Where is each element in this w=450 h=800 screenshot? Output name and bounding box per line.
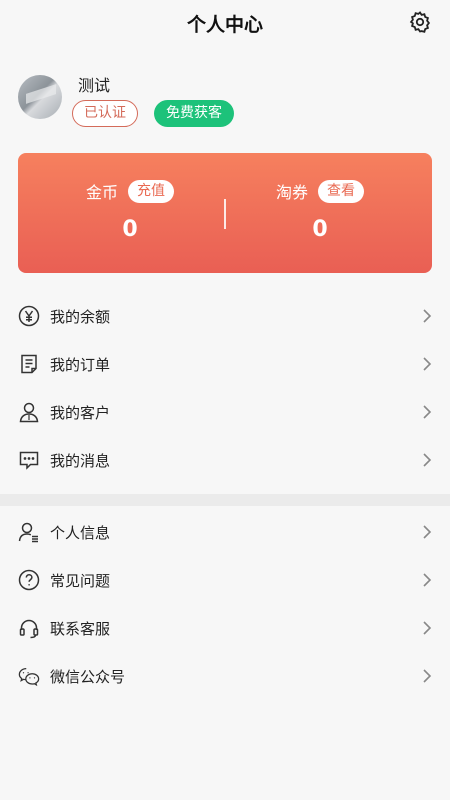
wallet-divider bbox=[224, 199, 226, 229]
menu-label-customer-service: 联系客服 bbox=[50, 619, 111, 638]
headset-icon bbox=[19, 619, 39, 639]
chevron-right-icon bbox=[423, 405, 432, 419]
menu-item-customers[interactable]: 我的客户 bbox=[0, 388, 450, 436]
wallet-card: 金币 充值 0 淘券 查看 0 bbox=[18, 153, 432, 273]
coupons-panel: 淘券 查看 0 bbox=[240, 179, 400, 242]
view-coupons-button[interactable]: 查看 bbox=[318, 179, 364, 203]
username: 测试 bbox=[78, 76, 111, 95]
primary-menu: 我的余额 我的订单 我的客户 我的消息 bbox=[0, 292, 450, 484]
top-bar: 个人中心 bbox=[0, 0, 450, 46]
coins-panel: 金币 充值 0 bbox=[50, 179, 210, 242]
menu-label-messages: 我的消息 bbox=[50, 451, 111, 470]
gear-icon[interactable] bbox=[408, 10, 432, 34]
menu-item-wechat[interactable]: 微信公众号 bbox=[0, 652, 450, 700]
menu-item-personal-info[interactable]: 个人信息 bbox=[0, 508, 450, 556]
menu-item-balance[interactable]: 我的余额 bbox=[0, 292, 450, 340]
coins-value: 0 bbox=[122, 217, 138, 242]
section-divider bbox=[0, 494, 450, 506]
customer-icon bbox=[19, 402, 39, 423]
menu-item-faq[interactable]: 常见问题 bbox=[0, 556, 450, 604]
coins-label: 金币 bbox=[85, 183, 118, 202]
secondary-menu: 个人信息 常见问题 联系客服 微信公众号 bbox=[0, 508, 450, 700]
menu-item-customer-service[interactable]: 联系客服 bbox=[0, 604, 450, 652]
verified-badge: 已认证 bbox=[72, 100, 138, 127]
chevron-right-icon bbox=[423, 525, 432, 539]
menu-label-faq: 常见问题 bbox=[50, 571, 111, 590]
question-icon bbox=[18, 569, 40, 591]
profile-info-icon bbox=[18, 522, 38, 543]
menu-label-orders: 我的订单 bbox=[50, 355, 111, 374]
menu-label-balance: 我的余额 bbox=[50, 307, 111, 326]
chevron-right-icon bbox=[423, 621, 432, 635]
menu-item-messages[interactable]: 我的消息 bbox=[0, 436, 450, 484]
menu-label-wechat: 微信公众号 bbox=[50, 667, 126, 686]
coupons-value: 0 bbox=[312, 217, 328, 242]
recharge-button[interactable]: 充值 bbox=[128, 179, 174, 203]
menu-item-orders[interactable]: 我的订单 bbox=[0, 340, 450, 388]
coupons-label: 淘券 bbox=[275, 183, 308, 202]
menu-label-customers: 我的客户 bbox=[50, 403, 111, 422]
free-customers-button[interactable]: 免费获客 bbox=[154, 100, 234, 127]
chevron-right-icon bbox=[423, 309, 432, 323]
page-title: 个人中心 bbox=[186, 13, 263, 36]
profile-section[interactable]: 测试 已认证 免费获客 bbox=[18, 70, 432, 132]
wechat-icon bbox=[18, 668, 40, 687]
chevron-right-icon bbox=[423, 573, 432, 587]
order-list-icon bbox=[21, 354, 37, 374]
chevron-right-icon bbox=[423, 453, 432, 467]
message-icon bbox=[19, 451, 39, 470]
chevron-right-icon bbox=[423, 669, 432, 683]
menu-label-personal-info: 个人信息 bbox=[50, 523, 111, 542]
avatar[interactable] bbox=[18, 75, 62, 119]
yen-icon bbox=[18, 305, 40, 327]
chevron-right-icon bbox=[423, 357, 432, 371]
